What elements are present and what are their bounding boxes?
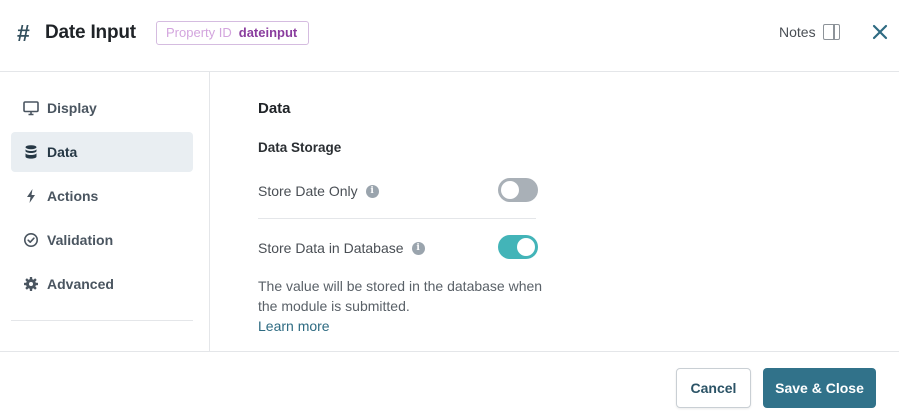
property-id-badge: Property ID dateinput	[156, 21, 310, 45]
sidebar-item-label: Data	[47, 144, 78, 160]
setting-row-store-date-only: Store Date Only i	[258, 178, 538, 204]
cancel-button[interactable]: Cancel	[676, 368, 751, 408]
sidebar-item-label: Actions	[47, 188, 99, 204]
store-date-only-toggle[interactable]	[498, 178, 538, 202]
lightning-icon	[27, 189, 35, 203]
info-icon[interactable]: i	[411, 241, 425, 255]
property-id-value: dateinput	[238, 25, 298, 40]
page-title: Date Input	[45, 22, 136, 43]
modal-header: # Date Input Property ID dateinput Notes	[0, 0, 899, 72]
settings-sidebar: Display Data Actions Validation Advanced	[0, 72, 210, 352]
sidebar-divider	[11, 320, 193, 321]
row-divider	[258, 218, 536, 219]
gear-icon	[24, 277, 38, 291]
side-panel-icon	[822, 24, 840, 40]
check-circle-icon	[24, 233, 38, 247]
subsection-title: Data Storage	[258, 140, 342, 155]
section-title: Data	[258, 100, 291, 117]
setting-label: Store Date Only	[258, 183, 358, 199]
modal-footer: Cancel Save & Close	[0, 351, 899, 418]
sidebar-item-label: Validation	[47, 232, 114, 248]
toggle-knob	[517, 238, 535, 256]
learn-more-link[interactable]: Learn more	[258, 316, 330, 336]
save-and-close-button[interactable]: Save & Close	[763, 368, 876, 408]
toggle-knob	[501, 181, 519, 199]
sidebar-item-display[interactable]: Display	[11, 88, 193, 128]
close-icon[interactable]	[870, 22, 890, 42]
main-panel: Data Data Storage Store Date Only i Stor…	[210, 72, 899, 352]
setting-row-store-data-in-database: Store Data in Database i	[258, 235, 538, 261]
monitor-icon	[23, 101, 39, 116]
sidebar-item-validation[interactable]: Validation	[11, 220, 193, 260]
hash-icon: #	[17, 20, 30, 46]
sidebar-item-data[interactable]: Data	[11, 132, 193, 172]
info-icon[interactable]: i	[365, 184, 379, 198]
sidebar-item-label: Advanced	[47, 276, 114, 292]
database-icon	[25, 145, 37, 159]
notes-button[interactable]: Notes	[779, 24, 840, 40]
store-data-in-database-toggle[interactable]	[498, 235, 538, 259]
property-id-label: Property ID	[166, 25, 232, 40]
notes-label: Notes	[779, 24, 816, 40]
help-text: The value will be stored in the database…	[258, 278, 543, 314]
sidebar-item-actions[interactable]: Actions	[11, 176, 193, 216]
setting-label: Store Data in Database	[258, 240, 404, 256]
sidebar-item-label: Display	[47, 100, 97, 116]
sidebar-item-advanced[interactable]: Advanced	[11, 264, 193, 304]
